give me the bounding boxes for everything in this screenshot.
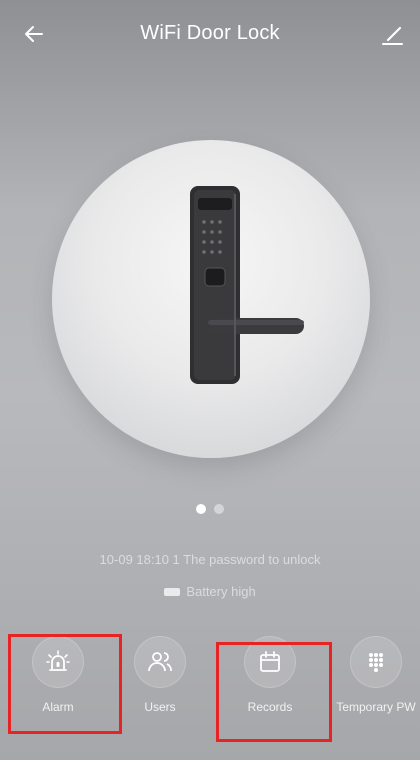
temporary-password-button-circle	[350, 636, 402, 688]
lock-illustration	[52, 140, 370, 458]
action-bar: Alarm Users Records Temporary PW	[0, 636, 420, 736]
temporary-password-button[interactable]: Temporary PW	[328, 636, 420, 714]
keypad-icon	[369, 653, 383, 672]
users-icon	[148, 652, 172, 672]
edit-button[interactable]	[376, 18, 408, 50]
alarm-button[interactable]: Alarm	[10, 636, 106, 714]
battery-label: Battery high	[186, 584, 256, 599]
alarm-icon	[46, 650, 70, 671]
records-label: Records	[247, 700, 293, 714]
users-label: Users	[144, 700, 176, 714]
page-title: WiFi Door Lock	[140, 22, 280, 44]
last-unlock-record: 10-09 18:10 1 The password to unlock	[99, 552, 321, 567]
carousel-indicator	[0, 504, 420, 514]
temporary-password-label: Temporary PW	[336, 700, 416, 714]
pager-dot-active[interactable]	[196, 504, 206, 514]
app-header: WiFi Door Lock	[0, 0, 420, 68]
battery-status: Battery high	[0, 584, 420, 599]
calendar-icon	[260, 651, 280, 672]
alarm-label: Alarm	[42, 700, 74, 714]
users-button[interactable]: Users	[112, 636, 208, 714]
battery-icon	[164, 587, 181, 596]
records-button[interactable]: Records	[222, 636, 318, 714]
pager-dot[interactable]	[214, 504, 224, 514]
users-button-circle	[134, 636, 186, 688]
pen-icon	[382, 26, 403, 45]
alarm-button-circle	[32, 636, 84, 688]
records-button-circle	[244, 636, 296, 688]
door-lock-image	[190, 186, 304, 384]
